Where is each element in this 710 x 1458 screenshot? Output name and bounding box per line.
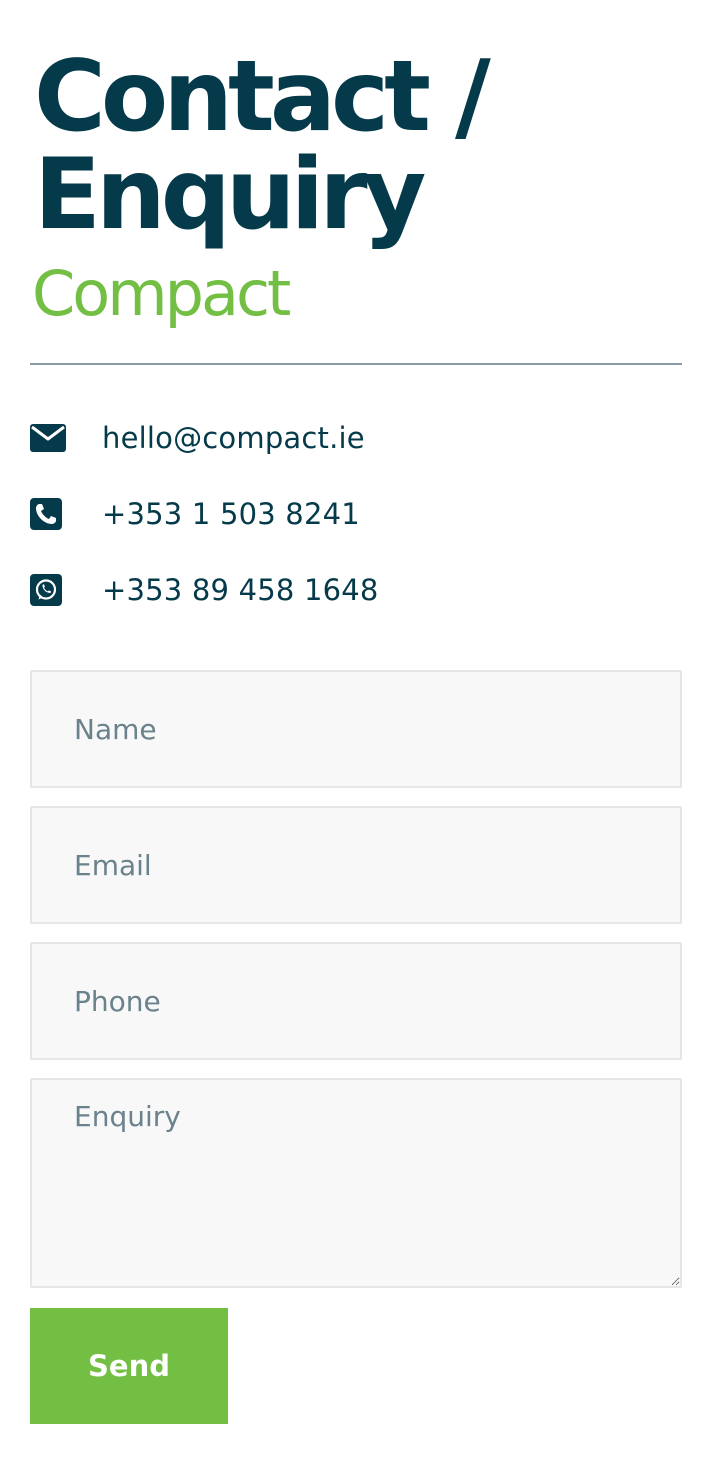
- contact-phone: +353 1 503 8241: [30, 476, 682, 552]
- whatsapp-icon: [30, 571, 68, 609]
- email-input[interactable]: [30, 806, 682, 924]
- phone-input[interactable]: [30, 942, 682, 1060]
- enquiry-textarea[interactable]: [30, 1078, 682, 1288]
- divider: [30, 363, 682, 365]
- contact-list: hello@compact.ie +353 1 503 8241 +353 89…: [30, 400, 682, 628]
- phone-link[interactable]: +353 1 503 8241: [102, 497, 360, 531]
- phone-icon: [30, 495, 68, 533]
- send-button[interactable]: Send: [30, 1308, 228, 1424]
- email-link[interactable]: hello@compact.ie: [102, 421, 365, 455]
- title-line-1: Contact /: [34, 40, 491, 154]
- envelope-icon: [30, 419, 68, 457]
- enquiry-form: Send: [30, 670, 682, 1424]
- page-title: Contact / Enquiry: [34, 40, 491, 252]
- contact-email: hello@compact.ie: [30, 400, 682, 476]
- contact-whatsapp: +353 89 458 1648: [30, 552, 682, 628]
- title-line-2: Enquiry: [34, 138, 426, 252]
- brand-subtitle: Compact: [32, 257, 291, 330]
- whatsapp-link[interactable]: +353 89 458 1648: [102, 573, 379, 607]
- name-input[interactable]: [30, 670, 682, 788]
